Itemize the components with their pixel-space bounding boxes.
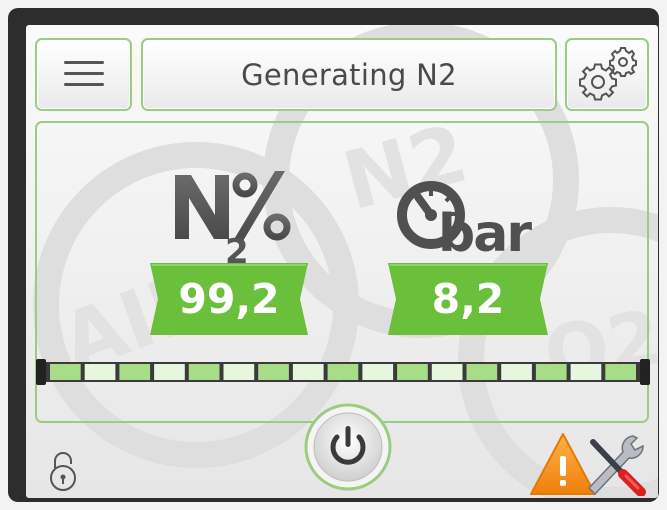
page-title: Generating N2	[241, 57, 457, 92]
power-button[interactable]	[303, 402, 393, 492]
padlock-icon[interactable]	[47, 450, 79, 492]
progress-segment	[466, 364, 498, 380]
progress-segment	[50, 364, 81, 380]
warning-maintenance-icon[interactable]	[529, 432, 649, 496]
pressure-value: 8,2	[431, 275, 505, 323]
progress-segment	[154, 364, 185, 380]
progress-segment	[188, 364, 220, 380]
progress-segment	[258, 364, 289, 380]
progress-segment	[223, 364, 255, 380]
progress-segment	[327, 364, 359, 380]
progress-segment	[292, 364, 324, 380]
hamburger-menu-icon	[64, 61, 104, 86]
status-title-box: Generating N2	[141, 38, 557, 111]
progress-segment	[119, 364, 151, 380]
power-icon	[304, 403, 392, 491]
pressure-gauge-bar-icon: bar	[397, 181, 534, 259]
progress-segment	[362, 364, 394, 380]
progress-segment	[570, 364, 602, 380]
settings-button[interactable]	[565, 38, 649, 111]
svg-text:2: 2	[225, 232, 249, 263]
menu-button[interactable]	[35, 38, 132, 111]
n2-purity-value: 99,2	[178, 275, 280, 323]
pressure-value-box: 8,2	[388, 263, 548, 335]
progress-segment	[605, 364, 636, 380]
generation-progress-bar	[36, 359, 650, 385]
touch-screen: AIR N2 O2 Generating N2 2 bar 99,2 8,2	[26, 25, 658, 498]
progress-segment	[397, 364, 428, 380]
progress-segment	[535, 364, 567, 380]
progress-segment	[431, 364, 463, 380]
progress-segment	[501, 364, 532, 380]
device-frame: AIR N2 O2 Generating N2 2 bar 99,2 8,2	[8, 8, 659, 502]
svg-text:bar: bar	[438, 204, 532, 259]
n2-purity-value-box: 99,2	[150, 263, 308, 335]
n2-percent-icon: 2	[175, 171, 291, 263]
progress-segment	[84, 364, 116, 380]
gears-icon	[579, 47, 637, 101]
